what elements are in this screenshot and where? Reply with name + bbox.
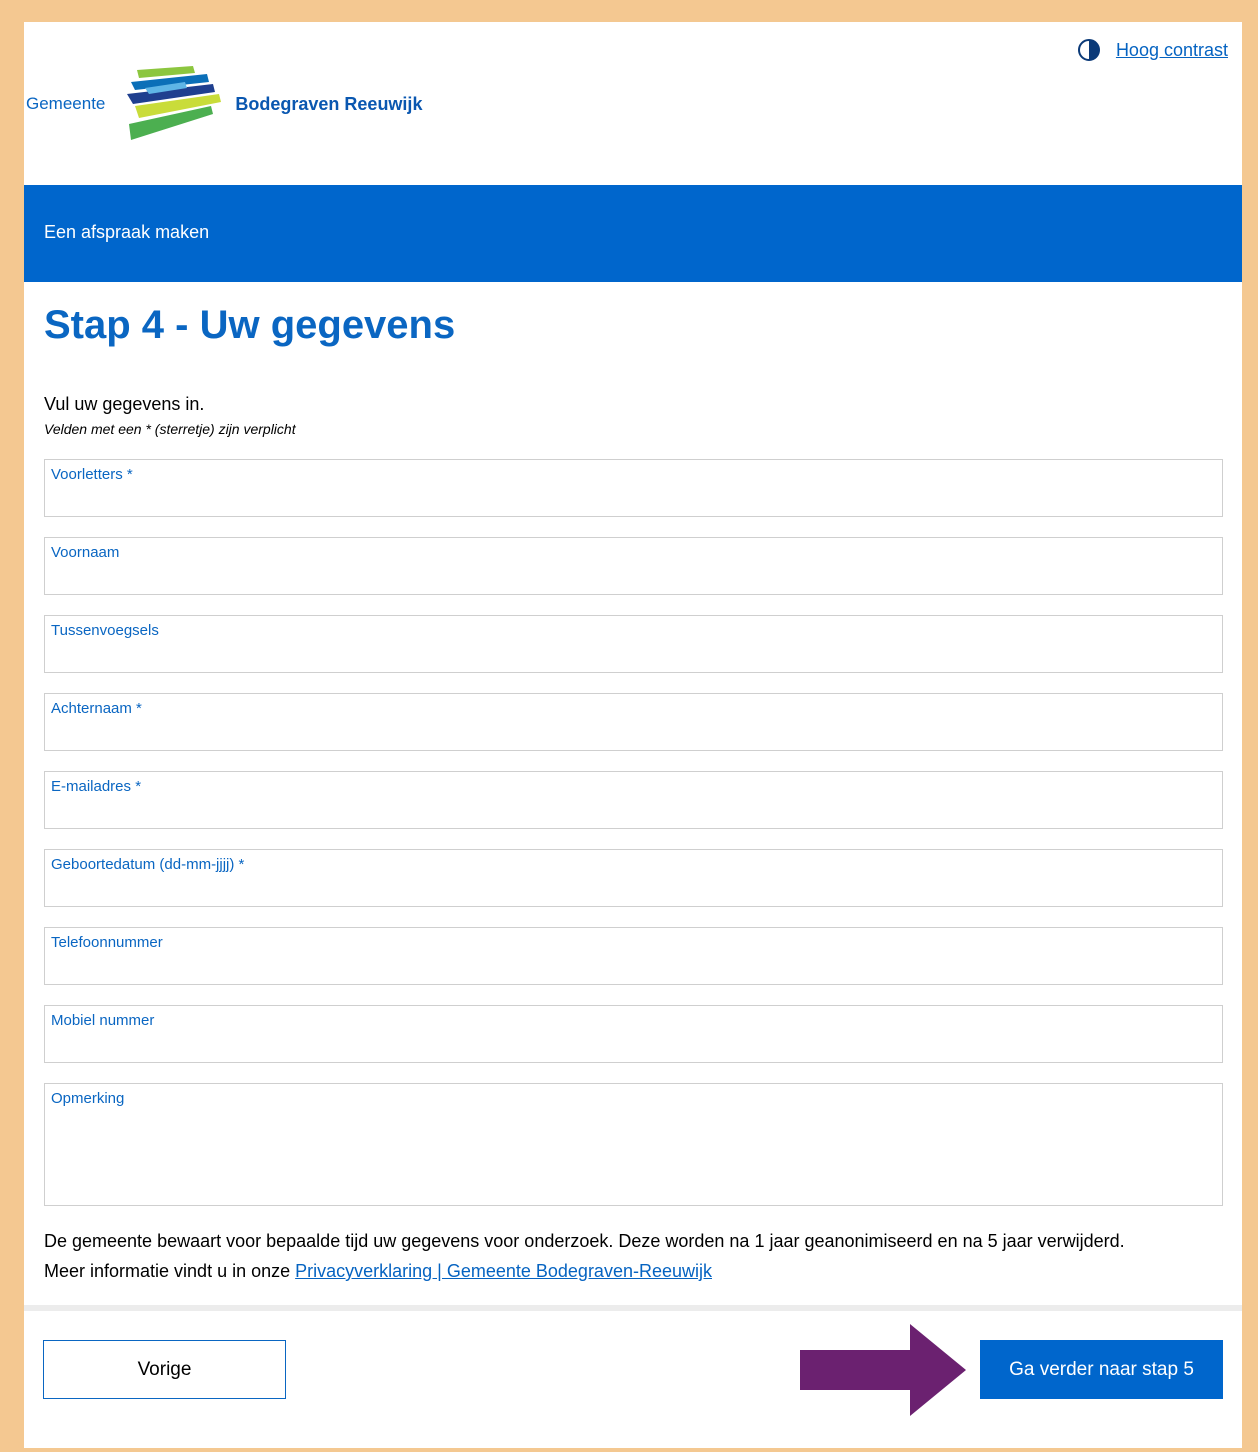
last-name-input[interactable] <box>45 718 1222 750</box>
birthdate-label: Geboortedatum (dd-mm-jjjj) * <box>51 856 245 873</box>
initials-field[interactable]: Voorletters * <box>44 459 1223 517</box>
site-header: Gemeente Bodegraven Reeuwijk Hoog contra… <box>24 22 1242 185</box>
banner-title: Een afspraak maken <box>44 222 210 242</box>
email-field[interactable]: E-mailadres * <box>44 771 1223 829</box>
high-contrast-link[interactable]: Hoog contrast <box>1116 40 1228 61</box>
personal-details-form: Voorletters * Voornaam Tussenvoegsels Ac… <box>44 459 1223 1206</box>
birthdate-field[interactable]: Geboortedatum (dd-mm-jjjj) * <box>44 849 1223 907</box>
intro-text: Vul uw gegevens in. <box>44 394 205 414</box>
logo-mark-icon <box>127 66 222 140</box>
previous-button[interactable]: Vorige <box>43 1340 286 1399</box>
next-step-button[interactable]: Ga verder naar stap 5 <box>980 1340 1223 1399</box>
municipality-logo[interactable]: Gemeente Bodegraven Reeuwijk <box>26 62 422 144</box>
email-label: E-mailadres * <box>51 778 142 795</box>
privacy-link[interactable]: Privacyverklaring | Gemeente Bodegraven-… <box>295 1261 712 1281</box>
privacy-notice: De gemeente bewaart voor bepaalde tijd u… <box>44 1226 1222 1286</box>
mobile-label: Mobiel nummer <box>51 1012 155 1029</box>
birthdate-input[interactable] <box>45 874 1222 906</box>
last-name-field[interactable]: Achternaam * <box>44 693 1223 751</box>
main-content: Stap 4 - Uw gegevens Vul uw gegevens in.… <box>24 302 1242 1286</box>
logo-prefix: Gemeente <box>26 94 106 113</box>
initials-label: Voorletters * <box>51 466 133 483</box>
infix-label: Tussenvoegsels <box>51 622 159 639</box>
privacy-more-info: Meer informatie vindt u in onze <box>44 1261 296 1281</box>
infix-field[interactable]: Tussenvoegsels <box>44 615 1223 673</box>
page-banner: Een afspraak maken <box>24 185 1242 282</box>
email-input[interactable] <box>45 796 1222 828</box>
phone-label: Telefoonnummer <box>51 934 163 951</box>
required-note: Velden met een * (sterretje) zijn verpli… <box>44 421 296 437</box>
first-name-input[interactable] <box>45 562 1222 594</box>
last-name-label: Achternaam * <box>51 700 142 717</box>
page-title: Stap 4 - Uw gegevens <box>44 303 456 347</box>
contrast-toggle[interactable]: Hoog contrast <box>1077 39 1228 61</box>
first-name-field[interactable]: Voornaam <box>44 537 1223 595</box>
phone-input[interactable] <box>45 952 1222 984</box>
footer-divider <box>24 1305 1242 1311</box>
pointer-arrow-icon <box>800 1324 966 1416</box>
logo-name: Bodegraven Reeuwijk <box>235 93 423 114</box>
remark-textarea[interactable] <box>45 1108 1222 1205</box>
privacy-text: De gemeente bewaart voor bepaalde tijd u… <box>44 1231 1125 1251</box>
infix-input[interactable] <box>45 640 1222 672</box>
remark-label: Opmerking <box>51 1090 125 1107</box>
first-name-label: Voornaam <box>51 544 120 561</box>
phone-field[interactable]: Telefoonnummer <box>44 927 1223 985</box>
page-frame: Gemeente Bodegraven Reeuwijk Hoog contra… <box>24 22 1242 1448</box>
remark-field[interactable]: Opmerking <box>44 1083 1223 1206</box>
mobile-field[interactable]: Mobiel nummer <box>44 1005 1223 1063</box>
mobile-input[interactable] <box>45 1030 1222 1062</box>
contrast-icon[interactable] <box>1077 39 1100 61</box>
initials-input[interactable] <box>45 484 1222 516</box>
